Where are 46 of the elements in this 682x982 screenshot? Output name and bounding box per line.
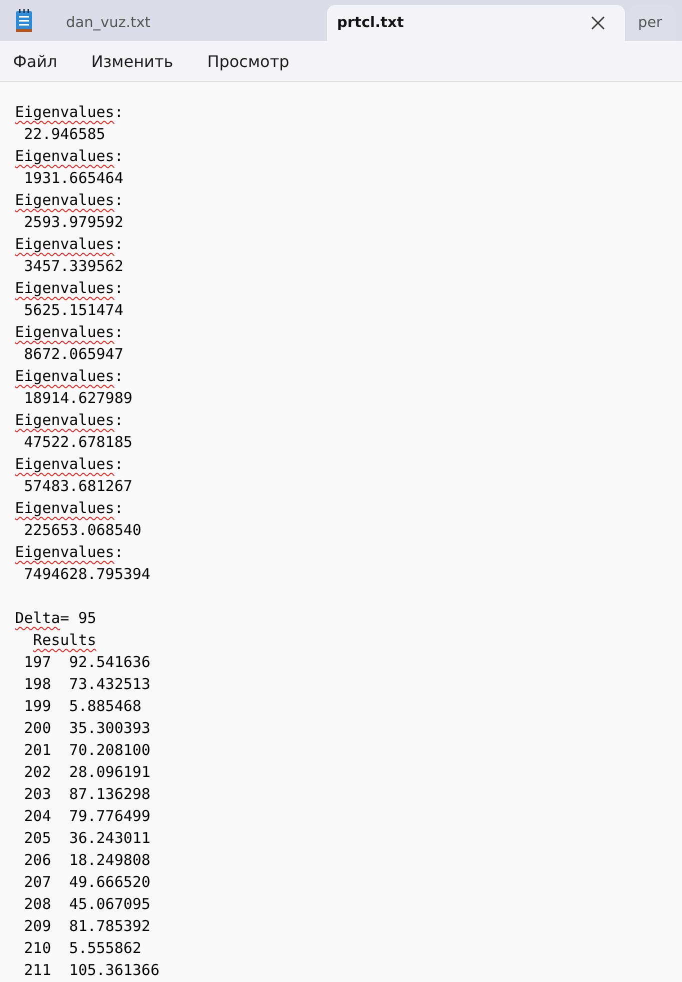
text-line: 201 70.208100: [23, 740, 150, 761]
text-line: 2593.979592: [23, 212, 124, 233]
text-line: 57483.681267: [23, 476, 132, 497]
text-line: Eigenvalues:: [15, 498, 124, 519]
text-line: 22.946585: [23, 124, 106, 145]
text-line: 209 81.785392: [23, 916, 150, 937]
text-line: 5625.151474: [23, 300, 124, 321]
text-line: 197 92.541636: [23, 652, 150, 673]
menu-item[interactable]: Просмотр: [198, 48, 298, 74]
text-line: 199 5.885468: [23, 696, 142, 717]
text-line: Eigenvalues:: [15, 102, 124, 123]
text-line: Delta= 95: [15, 608, 96, 629]
text-line: 206 18.249808: [23, 850, 150, 871]
text-line: 211 105.361366: [23, 960, 160, 981]
text-line: 3457.339562: [23, 256, 124, 277]
tab[interactable]: dan_vuz.txt: [52, 5, 327, 41]
close-icon[interactable]: [591, 16, 605, 30]
text-line: 198 73.432513: [23, 674, 150, 695]
text-line: 202 28.096191: [23, 762, 150, 783]
text-line: 205 36.243011: [23, 828, 150, 849]
text-line: 207 49.666520: [23, 872, 150, 893]
text-line: Eigenvalues:: [15, 454, 124, 475]
text-line: Eigenvalues:: [15, 410, 124, 431]
text-line: 208 45.067095: [23, 894, 150, 915]
text-line: 7494628.795394: [23, 564, 150, 585]
text-line: 200 35.300393: [23, 718, 150, 739]
text-line: 203 87.136298: [23, 784, 150, 805]
notepad-icon: [14, 8, 34, 34]
text-line: Results: [32, 630, 96, 651]
text-line: Eigenvalues:: [15, 542, 124, 563]
text-line: 204 79.776499: [23, 806, 150, 827]
text-line: Eigenvalues:: [15, 366, 124, 387]
text-line: 225653.068540: [23, 520, 142, 541]
tab[interactable]: prtcl.txt: [327, 5, 625, 41]
text-line: 1931.665464: [23, 168, 124, 189]
text-line: Eigenvalues:: [15, 190, 124, 211]
text-line: Eigenvalues:: [15, 322, 124, 343]
text-line: Eigenvalues:: [15, 146, 124, 167]
text-line: Eigenvalues:: [15, 234, 124, 255]
menu-item[interactable]: Файл: [4, 48, 66, 74]
text-line: 210 5.555862: [23, 938, 142, 959]
menu-item[interactable]: Изменить: [82, 48, 182, 74]
text-line: Eigenvalues:: [15, 278, 124, 299]
text-line: 18914.627989: [23, 388, 132, 409]
text-line: 8672.065947: [23, 344, 124, 365]
text-line: 47522.678185: [23, 432, 132, 453]
